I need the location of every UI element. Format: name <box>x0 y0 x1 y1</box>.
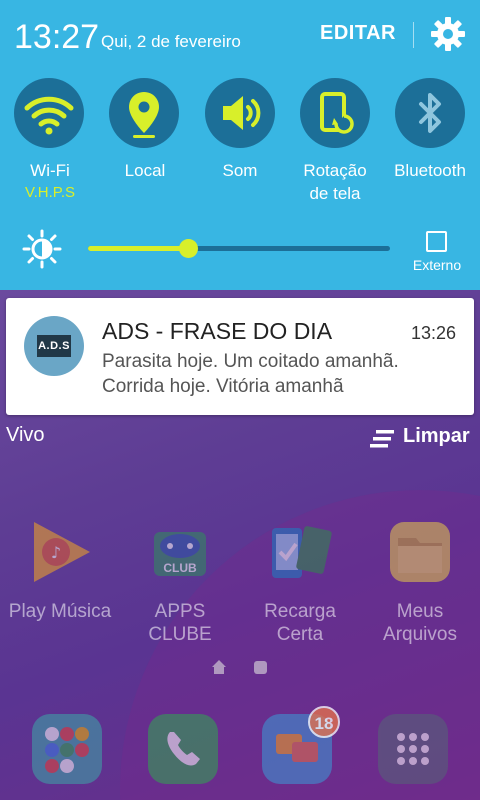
carrier-name: Vivo <box>6 424 45 446</box>
notification-text-line2: Corrida hoje. Vitória amanhã <box>102 376 344 397</box>
app-label: Play Música <box>8 601 112 622</box>
app-label-line1: APPS <box>154 601 206 622</box>
location-toggle[interactable] <box>109 78 179 148</box>
date: Qui, 2 de fevereiro <box>101 32 241 51</box>
apps-clube-icon: CLUB <box>154 532 206 576</box>
brightness-slider-fill <box>88 246 188 251</box>
clock: 13:27 <box>14 18 100 56</box>
brightness-slider-thumb[interactable] <box>178 239 198 258</box>
app-drawer-icon <box>397 733 429 765</box>
edit-button[interactable]: EDITAR <box>320 22 396 45</box>
play-music-icon: ♪ <box>34 522 90 582</box>
bluetooth-label: Bluetooth <box>394 161 466 180</box>
rotation-label-line2: de tela <box>309 184 361 203</box>
app-label: APPS CLUBE <box>120 600 240 646</box>
wifi-network-name: V.H.P.S <box>24 184 76 201</box>
clear-all-label: Limpar <box>403 425 470 447</box>
clear-all-icon <box>370 430 394 448</box>
dock-phone[interactable] <box>148 714 218 784</box>
location-icon <box>129 92 159 138</box>
header-divider <box>413 22 414 48</box>
brightness-icon <box>22 229 62 269</box>
location-label: Local <box>124 161 166 180</box>
app-label: Meus Arquivos <box>360 600 480 646</box>
page-indicator-dot <box>254 661 267 674</box>
app-label-line1: Recarga <box>264 601 336 622</box>
notification-title: ADS - FRASE DO DIA <box>102 318 333 344</box>
phone-icon <box>167 732 200 766</box>
sound-icon <box>223 96 261 130</box>
folder-icon <box>390 522 450 582</box>
sound-label: Som <box>222 161 258 180</box>
dock-google-folder[interactable] <box>32 714 102 784</box>
notification-card[interactable]: A.D.S ADS - FRASE DO DIA 13:26 Parasita … <box>6 298 474 415</box>
dock-app-drawer[interactable] <box>378 714 448 784</box>
wifi-icon <box>24 96 74 135</box>
app-label-line2: CLUBE <box>148 624 212 645</box>
wifi-toggle[interactable] <box>14 78 84 148</box>
notification-time: 13:26 <box>410 323 456 343</box>
app-label-line2: Arquivos <box>383 624 457 645</box>
svg-text:♪: ♪ <box>51 543 61 562</box>
home-page-indicator-icon <box>212 660 226 674</box>
notification-app-avatar: A.D.S <box>24 316 84 376</box>
gear-icon[interactable] <box>430 16 466 52</box>
google-apps-icon <box>45 727 89 773</box>
outdoor-mode-label: Externo <box>412 257 462 273</box>
app-label-line1: Meus <box>396 601 444 622</box>
rotation-toggle[interactable] <box>300 78 370 148</box>
app-label: Recarga Certa <box>240 600 360 646</box>
rotation-icon <box>320 92 354 134</box>
rotation-label-line1: Rotação <box>303 161 367 180</box>
notification-avatar-text: A.D.S <box>37 335 71 357</box>
notification-text-line1: Parasita hoje. Um coitado amanhã. <box>102 351 399 372</box>
bluetooth-toggle[interactable] <box>395 78 465 148</box>
outdoor-mode-checkbox[interactable] <box>426 231 447 252</box>
notification-count-badge: 18 <box>308 706 340 738</box>
sound-toggle[interactable] <box>205 78 275 148</box>
svg-text:CLUB: CLUB <box>163 561 197 575</box>
bluetooth-icon <box>419 93 441 133</box>
wifi-label: Wi-Fi <box>30 161 70 180</box>
app-label-line2: Certa <box>276 624 324 645</box>
recarga-icon <box>272 526 332 578</box>
quick-settings-panel: 13:27 Qui, 2 de fevereiro EDITAR Wi-Fi V… <box>0 0 480 290</box>
rotation-label: Rotação de tela <box>287 159 383 205</box>
